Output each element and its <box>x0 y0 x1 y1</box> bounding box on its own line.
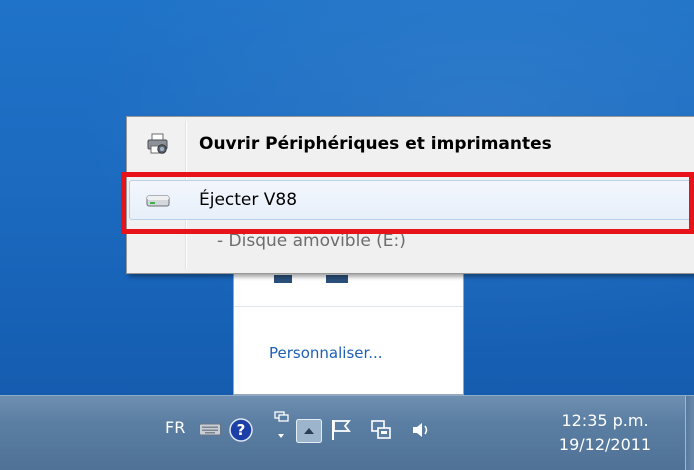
menu-item-eject[interactable]: Éjecter V88 <box>129 180 694 220</box>
menu-item-removable-disk: - Disque amovible (E:) <box>129 224 694 258</box>
desktop: Personnaliser... Ouvrir Périphériques et… <box>0 0 694 470</box>
flag-icon[interactable] <box>330 418 352 442</box>
drive-icon <box>129 192 187 208</box>
tray-icons-row-partial <box>274 275 354 283</box>
menu-item-label: - Disque amovible (E:) <box>217 231 406 251</box>
show-desktop-button[interactable] <box>685 396 694 470</box>
show-hidden-icons-button[interactable] <box>296 419 322 443</box>
menu-item-open-devices[interactable]: Ouvrir Périphériques et imprimantes <box>129 124 694 164</box>
volume-icon[interactable] <box>410 420 434 440</box>
usb-device-icon[interactable] <box>370 419 392 441</box>
taskbar: FR ? 12:35 p.m. 19/12/2011 <box>0 395 694 470</box>
keyboard-icon[interactable] <box>199 422 221 436</box>
menu-item-label: Ouvrir Périphériques et imprimantes <box>199 134 552 154</box>
clock-time: 12:35 p.m. <box>561 411 649 430</box>
help-icon[interactable]: ? <box>229 418 253 442</box>
printer-icon <box>129 132 187 156</box>
svg-text:?: ? <box>237 421 246 439</box>
context-menu: Ouvrir Périphériques et imprimantes Éjec… <box>126 116 694 274</box>
customize-link[interactable]: Personnaliser... <box>269 344 383 362</box>
clock[interactable]: 12:35 p.m. 19/12/2011 <box>540 404 670 462</box>
network-icon[interactable] <box>272 410 290 448</box>
menu-item-label: Éjecter V88 <box>199 190 298 210</box>
clock-date: 19/12/2011 <box>558 435 652 454</box>
panel-divider <box>234 306 463 307</box>
language-indicator[interactable]: FR <box>165 418 185 437</box>
menu-separator <box>189 172 694 174</box>
